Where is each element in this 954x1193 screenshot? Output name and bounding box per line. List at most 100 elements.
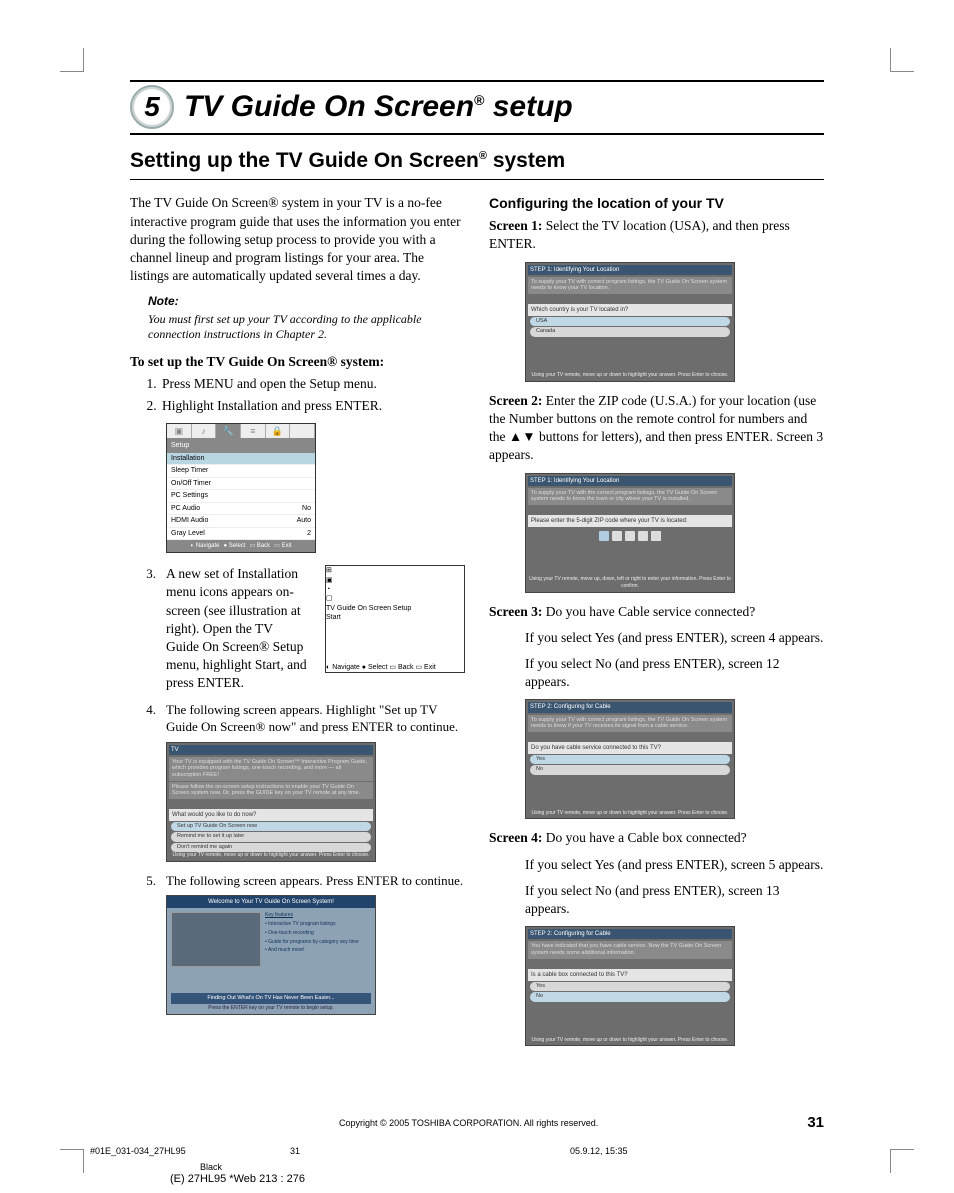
menu-tab-icon: ⊞	[326, 566, 464, 575]
tv-option: Yes	[530, 982, 730, 991]
step-number: 3.	[142, 565, 156, 583]
tv-option: Yes	[530, 755, 730, 764]
foot-sel: Select	[368, 664, 387, 671]
welcome-image	[171, 912, 261, 967]
foot-nav: Navigate	[196, 543, 220, 549]
tv-option: No	[530, 765, 730, 774]
menu-footer: ◐ Navigate ● Select ▭ Back ▭ Exit	[326, 663, 464, 672]
crop-mark	[890, 1149, 914, 1173]
tv-screen-cable: STEP 2: Configuring for Cable To supply …	[525, 699, 735, 819]
tv-option: Don't remind me again	[171, 843, 371, 852]
menu-tab-icon: ▣	[326, 576, 464, 585]
menu-tab-icon: 🔧	[216, 424, 241, 438]
screen-text: Do you have Cable service connected?	[542, 604, 755, 619]
tv-screen-setup: TV Your TV is equipped with the TV Guide…	[166, 742, 376, 862]
crop-mark	[890, 48, 914, 72]
welcome-prompt: Press the ENTER key on your TV remote to…	[167, 1005, 375, 1012]
menu-row: Installation	[167, 453, 315, 465]
menu-label: Sleep Timer	[171, 466, 311, 475]
tv-info: To supply your TV with correct program l…	[528, 715, 732, 732]
tv-footer: Using your TV remote, move up or down to…	[528, 810, 732, 817]
screen3-para: Screen 3: Do you have Cable service conn…	[489, 603, 824, 621]
section-title: Setting up the TV Guide On Screen® syste…	[130, 147, 824, 180]
menu-label: On/Off Timer	[171, 479, 311, 488]
section-title-suffix: system	[487, 149, 565, 172]
foot-sel: Select	[229, 543, 246, 549]
tv-question: Is a cable box connected to this TV?	[528, 969, 732, 981]
setup-heading: To set up the TV Guide On Screen® system…	[130, 353, 465, 371]
screen1-para: Screen 1: Select the TV location (USA), …	[489, 217, 824, 253]
tv-header: STEP 1: Identifying Your Location	[528, 265, 732, 275]
print-meta: #01E_031-034_27HL95 31 05.9.12, 15:35	[90, 1145, 870, 1157]
section-title-text: Setting up the TV Guide On Screen	[130, 149, 479, 172]
tv-screen-country: STEP 1: Identifying Your Location To sup…	[525, 262, 735, 382]
menu-label: Installation	[171, 454, 311, 463]
menu-title: Setup	[167, 439, 315, 452]
tv-info: To supply your TV with the correct progr…	[528, 488, 732, 505]
tv-question: Which country is your TV located in?	[528, 304, 732, 316]
screen3-no: If you select No (and press ENTER), scre…	[525, 655, 824, 691]
menu-val: No	[302, 504, 311, 513]
tv-header: STEP 2: Configuring for Cable	[528, 702, 732, 712]
note-label: Note:	[148, 293, 465, 309]
menu-row: Sleep Timer	[167, 465, 315, 477]
menu-tab-icon: ♪	[192, 424, 217, 438]
tv-option: No	[530, 992, 730, 1001]
registered-mark: ®	[479, 150, 487, 162]
menu-row: On/Off Timer	[167, 478, 315, 490]
tv-screen-zip: STEP 1: Identifying Your Location To sup…	[525, 473, 735, 593]
zip-entry	[528, 531, 732, 541]
menu-label: HDMI Audio	[171, 516, 297, 525]
welcome-bar: Finding Out What's On TV Has Never Been …	[171, 993, 371, 1004]
tv-info: Your TV is equipped with the TV Guide On…	[169, 757, 373, 781]
foot-back: Back	[398, 664, 414, 671]
screen-text: Do you have a Cable box connected?	[542, 830, 746, 845]
feat-item: • And much more!	[265, 947, 371, 954]
tv-question: Do you have cable service connected to t…	[528, 742, 732, 754]
note-body: You must first set up your TV according …	[148, 312, 465, 343]
chapter-number-badge: 5	[130, 85, 174, 129]
screen4-no: If you select No (and press ENTER), scre…	[525, 882, 824, 918]
screen-label: Screen 4:	[489, 830, 542, 845]
tv-info: You have indicated that you have cable s…	[528, 941, 732, 958]
menu2-label: Start	[326, 614, 341, 621]
tv-question: What would you like to do now?	[169, 809, 373, 821]
tv-welcome-screen: Welcome to Your TV Guide On Screen Syste…	[166, 895, 376, 1015]
registered-mark: ®	[474, 92, 484, 108]
tv-info: Please follow the on-screen setup instru…	[169, 782, 373, 799]
tv-question: Please enter the 5-digit ZIP code where …	[528, 515, 732, 527]
screen-label: Screen 2:	[489, 393, 542, 408]
menu-label: Gray Level	[171, 529, 307, 538]
screen4-para: Screen 4: Do you have a Cable box connec…	[489, 829, 824, 847]
right-column: Configuring the location of your TV Scre…	[489, 194, 824, 1056]
menu-row: HDMI AudioAuto	[167, 515, 315, 527]
tv-info: To supply your TV with correct program l…	[528, 277, 732, 294]
menu-tab-icon: ▣	[167, 424, 192, 438]
welcome-title: Welcome to Your TV Guide On Screen Syste…	[167, 896, 375, 908]
chapter-title: TV Guide On Screen® setup	[184, 87, 573, 128]
install-menu-mock: ⊞ ▣ ◔ ▢ TV Guide On Screen Setup Start ◐…	[325, 565, 465, 673]
chapter-header: 5 TV Guide On Screen® setup	[130, 85, 824, 135]
menu-tab-icon: ≡	[241, 424, 266, 438]
menu-tab-icon: ▢	[326, 594, 464, 603]
menu-row: Gray Level2	[167, 528, 315, 540]
tv-option: Canada	[530, 327, 730, 336]
menu-row: PC AudioNo	[167, 503, 315, 515]
step-number: 4.	[142, 701, 156, 719]
chapter-title-suffix: setup	[484, 90, 572, 123]
left-column: The TV Guide On Screen® system in your T…	[130, 194, 465, 1056]
tv-footer: Using your TV remote, move up or down to…	[528, 372, 732, 379]
menu-tab-icon: ◔	[326, 585, 464, 594]
menu-val: 2	[307, 529, 311, 538]
feat-head: Key features	[265, 912, 371, 919]
feat-item: • One-touch recording	[265, 930, 371, 937]
tv-screen-cablebox: STEP 2: Configuring for Cable You have i…	[525, 926, 735, 1046]
tv-header: STEP 2: Configuring for Cable	[528, 929, 732, 939]
feat-item: • Guide for programs by category any tim…	[265, 939, 371, 946]
tv-header: TV	[169, 745, 373, 755]
intro-paragraph: The TV Guide On Screen® system in your T…	[130, 194, 465, 285]
tv-option: Set up TV Guide On Screen now	[171, 822, 371, 831]
rule	[130, 80, 824, 82]
step-number: 5.	[142, 872, 156, 890]
screen3-yes: If you select Yes (and press ENTER), scr…	[525, 629, 824, 647]
